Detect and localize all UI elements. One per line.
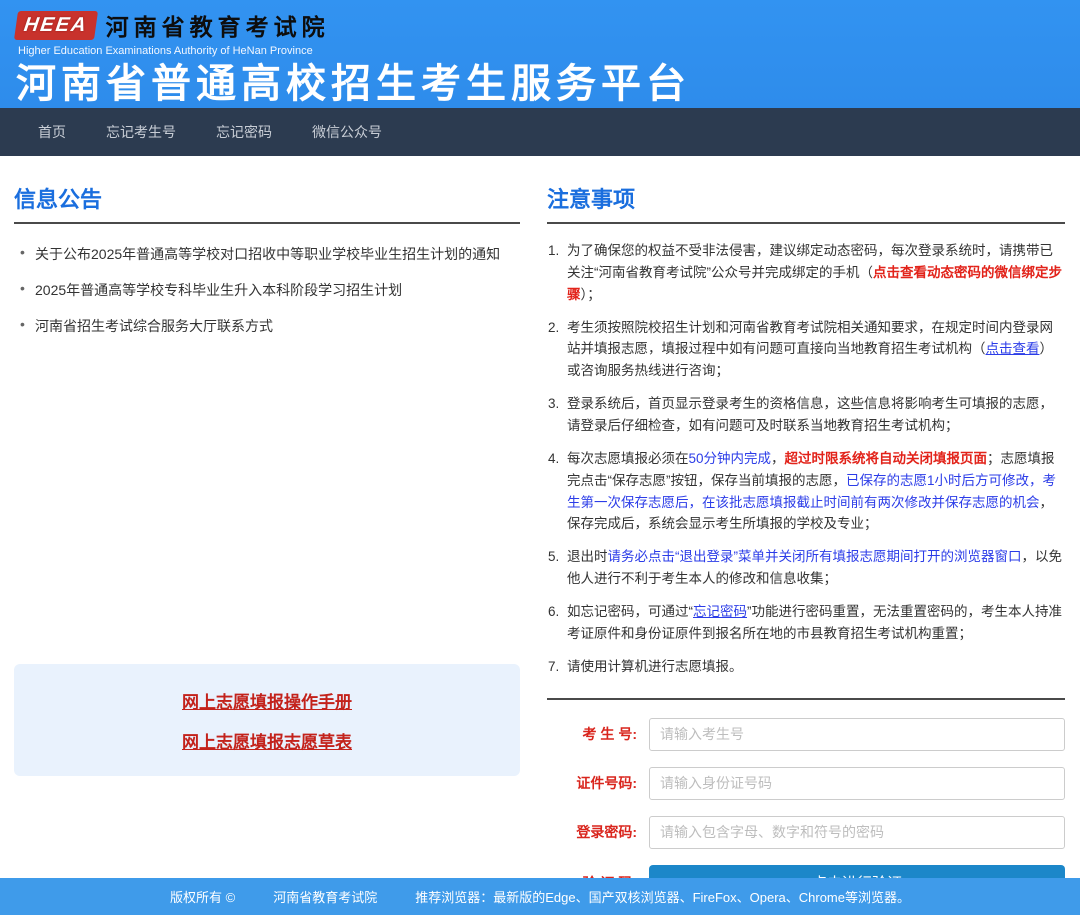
notices-section: 注意事项 1. 为了确保您的权益不受非法侵害，建议绑定动态密码，每次登录系统时，… (547, 182, 1065, 700)
id-number-label: 证件号码: (547, 773, 649, 793)
announcements-section: 信息公告 关于公布2025年普通高等学校对口招收中等职业学校毕业生招生计划的通知… (14, 182, 520, 336)
site-header: HEEA 河南省教育考试院 Higher Education Examinati… (0, 0, 1080, 108)
notice-item-7: 7. 请使用计算机进行志愿填报。 (547, 656, 1065, 678)
footer-copyright: 版权所有 © (170, 887, 235, 906)
notice-text: ）； (581, 287, 601, 302)
password-label: 登录密码: (547, 822, 649, 842)
notice-item-1: 1. 为了确保您的权益不受非法侵害，建议绑定动态密码，每次登录系统时，请携带已关… (547, 240, 1065, 306)
notice-text-highlight: 请务必点击“退出登录”菜单并关闭所有填报志愿期间打开的浏览器窗口 (608, 549, 1022, 564)
notice-text-highlight: 50分钟内完成 (689, 451, 772, 466)
notice-item-6: 6. 如忘记密码，可通过“忘记密码”功能进行密码重置，无法重置密码的，考生本人持… (547, 601, 1065, 645)
left-column: 信息公告 关于公布2025年普通高等学校对口招收中等职业学校毕业生招生计划的通知… (14, 182, 520, 915)
heea-logo-icon: HEEA (14, 11, 98, 40)
announcement-item[interactable]: 河南省招生考试综合服务大厅联系方式 (20, 316, 520, 336)
click-to-view-link[interactable]: 点击查看 (986, 341, 1040, 356)
notice-text: 请使用计算机进行志愿填报。 (567, 659, 743, 674)
main-content: 信息公告 关于公布2025年普通高等学校对口招收中等职业学校毕业生招生计划的通知… (0, 156, 1080, 915)
right-column: 注意事项 1. 为了确保您的权益不受非法侵害，建议绑定动态密码，每次登录系统时，… (547, 182, 1065, 915)
nav-item-forgot-candidate-number[interactable]: 忘记考生号 (106, 122, 176, 142)
announcements-list: 关于公布2025年普通高等学校对口招收中等职业学校毕业生招生计划的通知 2025… (20, 244, 520, 336)
org-name: 河南省教育考试院 (106, 8, 330, 42)
notice-item-3: 3. 登录系统后，首页显示登录考生的资格信息，这些信息将影响考生可填报的志愿，请… (547, 393, 1065, 437)
id-number-input[interactable] (649, 767, 1065, 800)
notice-item-2: 2. 考生须按照院校招生计划和河南省教育考试院相关通知要求，在规定时间内登录网站… (547, 317, 1065, 383)
forgot-password-link[interactable]: 忘记密码 (693, 604, 747, 619)
candidate-number-input[interactable] (649, 718, 1065, 751)
notice-text: ， (771, 451, 785, 466)
download-links-panel: 网上志愿填报操作手册 网上志愿填报志愿草表 (14, 664, 520, 776)
notice-text: 每次志愿填报必须在 (567, 451, 689, 466)
notice-text: 登录系统后，首页显示登录考生的资格信息，这些信息将影响考生可填报的志愿，请登录后… (567, 396, 1053, 433)
notice-text: 如忘记密码，可通过“ (567, 604, 693, 619)
notice-item-5: 5. 退出时请务必点击“退出登录”菜单并关闭所有填报志愿期间打开的浏览器窗口，以… (547, 546, 1065, 590)
divider (547, 698, 1065, 700)
notice-text: 退出时 (567, 549, 608, 564)
password-input[interactable] (649, 816, 1065, 849)
nav-item-forgot-password[interactable]: 忘记密码 (216, 122, 272, 142)
announcement-item[interactable]: 2025年普通高等学校专科毕业生升入本科阶段学习招生计划 (20, 280, 520, 300)
notices-list: 1. 为了确保您的权益不受非法侵害，建议绑定动态密码，每次登录系统时，请携带已关… (547, 240, 1065, 678)
main-nav: 首页 忘记考生号 忘记密码 微信公众号 (0, 108, 1080, 156)
notice-text: 考生须按照院校招生计划和河南省教育考试院相关通知要求，在规定时间内登录网站并填报… (567, 320, 1053, 357)
nav-item-wechat-official-account[interactable]: 微信公众号 (312, 122, 382, 142)
notice-text-warning: 超过时限系统将自动关闭填报页面 (785, 451, 988, 466)
notices-title: 注意事项 (547, 187, 635, 212)
page: HEEA 河南省教育考试院 Higher Education Examinati… (0, 0, 1080, 915)
site-title: 河南省普通高校招生考生服务平台 (16, 62, 1080, 106)
notice-item-4: 4. 每次志愿填报必须在50分钟内完成，超过时限系统将自动关闭填报页面；志愿填报… (547, 448, 1065, 535)
announcement-item[interactable]: 关于公布2025年普通高等学校对口招收中等职业学校毕业生招生计划的通知 (20, 244, 520, 264)
candidate-number-label: 考 生 号: (547, 724, 649, 744)
download-link-draft-form[interactable]: 网上志愿填报志愿草表 (182, 728, 352, 753)
announcements-title: 信息公告 (14, 187, 102, 212)
nav-item-home[interactable]: 首页 (38, 122, 66, 142)
site-footer: 版权所有 © 河南省教育考试院 推荐浏览器：最新版的Edge、国产双核浏览器、F… (0, 878, 1080, 915)
org-name-english: Higher Education Examinations Authority … (18, 45, 1080, 57)
footer-org: 河南省教育考试院 (273, 887, 377, 906)
download-link-manual[interactable]: 网上志愿填报操作手册 (182, 688, 352, 713)
footer-browser-recommendation: 推荐浏览器：最新版的Edge、国产双核浏览器、FireFox、Opera、Chr… (415, 887, 910, 906)
